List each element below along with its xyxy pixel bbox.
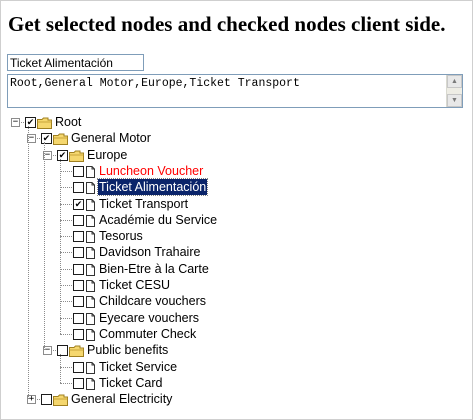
checked-nodes-textarea[interactable]: Root,General Motor,Europe,Ticket Transpo… [7, 74, 463, 108]
tree-node-leaf: Ticket Alimentación [1, 178, 473, 197]
node-label[interactable]: Ticket Transport [98, 196, 189, 212]
node-label[interactable]: Ticket Card [98, 375, 163, 391]
tree-connector [60, 317, 72, 319]
tree-node-leaf: ✔ Ticket Transport [1, 196, 473, 212]
tree-connector [60, 382, 72, 384]
node-label[interactable]: Public benefits [86, 342, 169, 358]
tree-node-leaf: Davidson Trahaire [1, 244, 473, 260]
node-checkbox[interactable] [73, 263, 84, 275]
document-icon [86, 263, 95, 276]
node-label[interactable]: Académie du Service [98, 212, 218, 228]
node-checkbox[interactable] [73, 361, 84, 373]
tree-node-leaf: Tesorus [1, 228, 473, 244]
tree-connector [60, 236, 72, 238]
tree-node-leaf: Ticket Card [1, 375, 473, 391]
tree-connector [60, 203, 72, 205]
node-checkbox[interactable] [73, 280, 84, 291]
document-icon [86, 377, 95, 390]
document-icon [86, 181, 95, 195]
node-checkbox[interactable] [73, 312, 84, 324]
node-label[interactable]: Childcare vouchers [98, 293, 207, 309]
node-label[interactable]: Ticket Service [98, 359, 178, 375]
folder-icon [53, 132, 68, 146]
node-checkbox[interactable]: ✔ [73, 198, 84, 210]
node-checkbox[interactable] [41, 394, 52, 406]
node-label[interactable]: General Motor [70, 130, 152, 146]
tree-connector [60, 285, 72, 286]
tree-node-europe: − ✔ Europe [1, 147, 473, 163]
tree-connector [60, 219, 72, 221]
tree-node-leaf: Bien-Etre à la Carte [1, 261, 473, 277]
document-icon [86, 295, 95, 309]
tree-connector [60, 366, 72, 368]
node-label[interactable]: Luncheon Voucher [98, 163, 204, 179]
node-label[interactable]: General Electricity [70, 391, 173, 407]
node-label[interactable]: Bien-Etre à la Carte [98, 261, 210, 277]
node-label[interactable]: Root [54, 114, 82, 130]
document-icon [86, 312, 95, 325]
tree-connector [60, 252, 72, 254]
node-label[interactable]: Ticket CESU [98, 277, 171, 293]
tree-node-leaf: Commuter Check [1, 326, 473, 342]
node-label[interactable]: Commuter Check [98, 326, 197, 342]
document-icon [86, 246, 95, 260]
scroll-up-icon[interactable]: ▲ [447, 75, 462, 88]
tree-node-general-electricity: + General Electricity [1, 391, 473, 407]
node-checkbox[interactable] [73, 231, 84, 243]
folder-icon [37, 116, 52, 129]
folder-icon [69, 344, 84, 358]
page-title: Get selected nodes and checked nodes cli… [8, 12, 446, 36]
tree-node-root: − ✔ Root [1, 114, 473, 130]
checked-nodes-text: Root,General Motor,Europe,Ticket Transpo… [10, 77, 300, 90]
selected-node-input[interactable] [7, 54, 144, 71]
tree-node-public-benefits: − Public benefits [1, 342, 473, 358]
document-icon [86, 279, 95, 292]
tree-guide-line [60, 158, 61, 334]
node-checkbox[interactable] [73, 182, 84, 194]
node-checkbox[interactable] [57, 345, 68, 357]
node-checkbox[interactable] [73, 214, 84, 226]
folder-icon [69, 149, 84, 162]
node-label[interactable]: Davidson Trahaire [98, 244, 201, 260]
node-checkbox[interactable]: ✔ [25, 117, 36, 128]
tree-connector [60, 170, 72, 172]
document-icon [86, 230, 95, 244]
tree-node-leaf: Ticket Service [1, 359, 473, 375]
tree-node-leaf: Eyecare vouchers [1, 310, 473, 326]
node-label[interactable]: Tesorus [98, 228, 144, 244]
tree-guide-line [44, 142, 45, 351]
node-label[interactable]: Europe [86, 147, 128, 163]
node-checkbox[interactable] [73, 296, 84, 308]
tree-connector [60, 268, 72, 270]
node-checkbox[interactable] [73, 328, 84, 340]
node-checkbox[interactable] [73, 247, 84, 259]
node-checkbox[interactable] [73, 377, 84, 389]
document-icon [86, 198, 95, 211]
tree-node-leaf: Childcare vouchers [1, 293, 473, 309]
tree-view: − ✔ Root − ✔ General Motor − ✔ Europe Luncheon Vo… [1, 114, 473, 414]
document-icon [86, 165, 95, 178]
node-label[interactable]: Eyecare vouchers [98, 310, 200, 326]
tree-guide-line [28, 126, 29, 400]
page-frame: Get selected nodes and checked nodes cli… [0, 0, 473, 420]
node-checkbox[interactable]: ✔ [57, 149, 68, 161]
tree-connector [60, 301, 72, 303]
node-checkbox[interactable] [73, 165, 84, 177]
scroll-down-icon[interactable]: ▼ [447, 94, 462, 107]
collapse-icon[interactable]: − [11, 118, 20, 127]
tree-connector [60, 333, 72, 335]
tree-node-leaf: Académie du Service [1, 212, 473, 228]
tree-node-leaf: Ticket CESU [1, 277, 473, 293]
node-checkbox[interactable]: ✔ [41, 133, 52, 145]
document-icon [86, 361, 95, 374]
tree-node-general-motor: − ✔ General Motor [1, 130, 473, 146]
tree-connector [60, 187, 72, 189]
document-icon [86, 328, 95, 341]
node-label[interactable]: Ticket Alimentación [96, 178, 209, 197]
tree-node-leaf: Luncheon Voucher [1, 163, 473, 179]
textarea-scrollbar[interactable]: ▲ ▼ [446, 75, 462, 107]
folder-icon [53, 393, 68, 407]
document-icon [86, 214, 95, 227]
tree-guide-line [60, 354, 61, 383]
